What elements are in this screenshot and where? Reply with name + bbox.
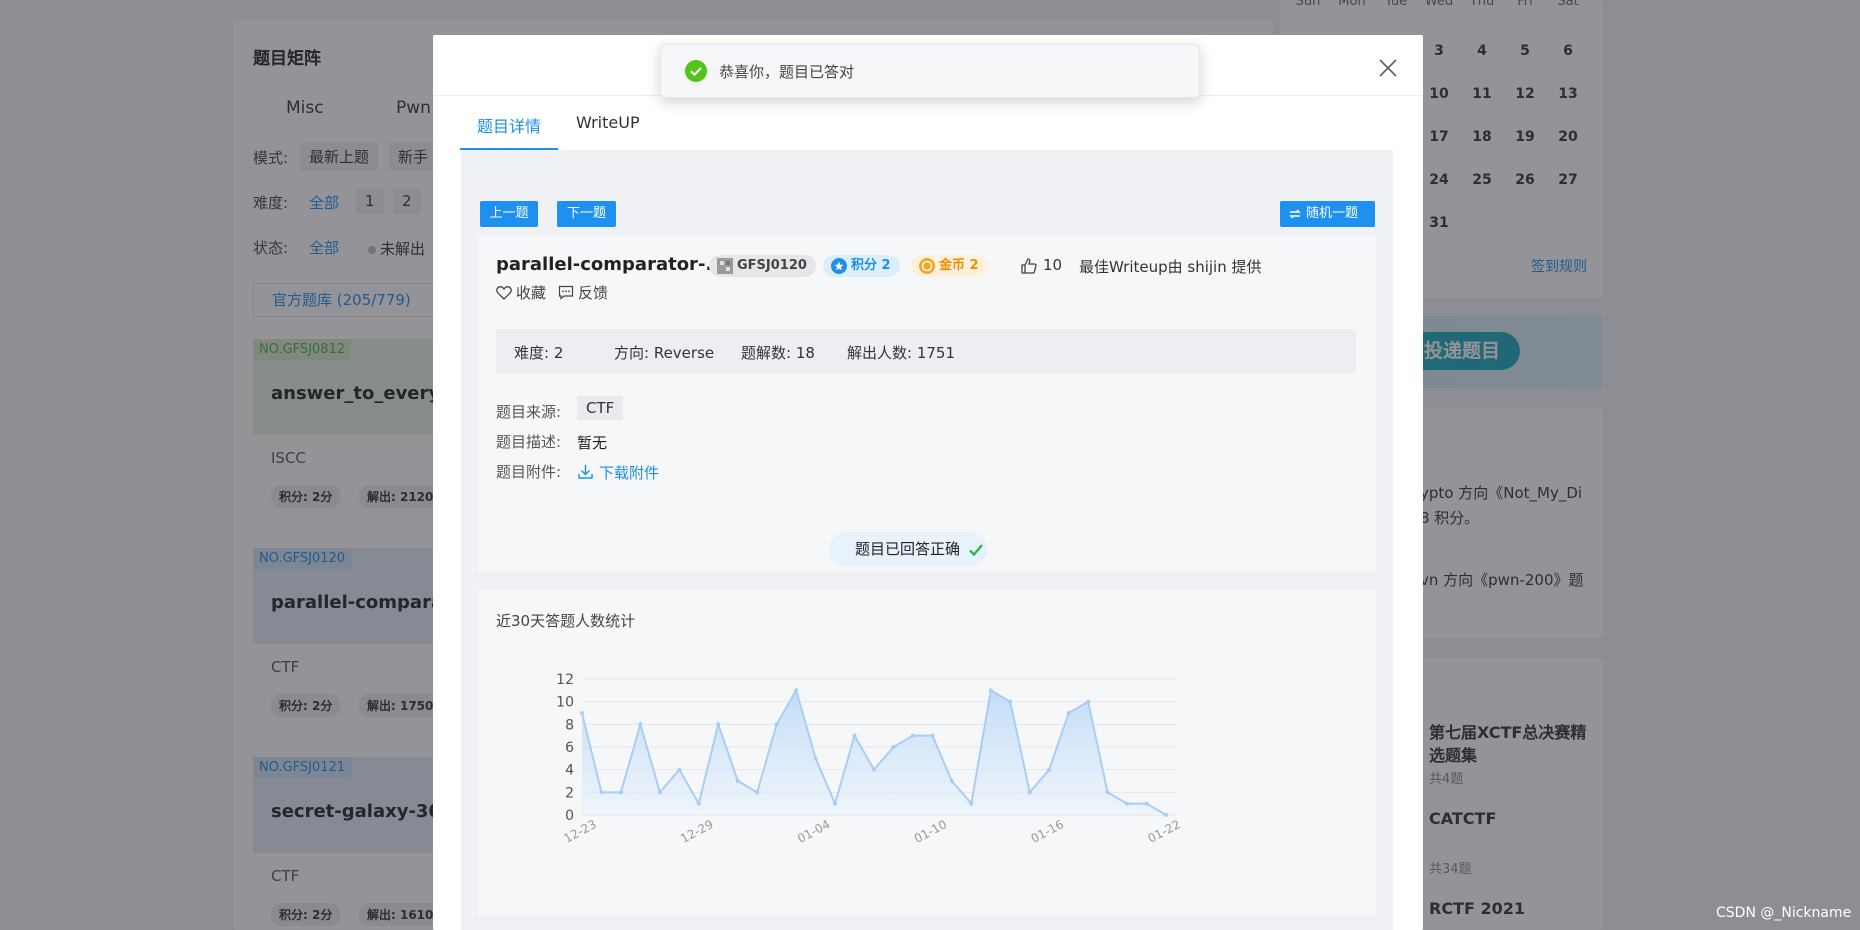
heart-icon bbox=[496, 286, 512, 300]
area-fill bbox=[582, 690, 1166, 815]
data-point bbox=[696, 801, 701, 806]
data-point bbox=[657, 790, 662, 795]
data-point bbox=[599, 790, 604, 795]
score-badge: 积分 2 bbox=[823, 255, 900, 277]
stat-writeups: 题解数: 18 bbox=[741, 344, 815, 362]
daily-solvers-chart: 02468101212-23 12-29 01-04 01-10 01-16 01-22 bbox=[556, 672, 1183, 846]
challenge-stats: 难度: 2 方向: Reverse 题解数: 18 解出人数: 1751 bbox=[496, 329, 1356, 373]
download-attachment-link[interactable]: 下载附件 bbox=[577, 462, 659, 483]
tab-writeup[interactable]: WriteUP bbox=[576, 113, 640, 143]
data-point bbox=[755, 790, 760, 795]
data-point bbox=[735, 779, 740, 783]
source-tag: CTF bbox=[577, 396, 624, 420]
random-challenge-label: 随机一题 bbox=[1306, 206, 1359, 221]
x-tick-label: 01-22 bbox=[1145, 817, 1182, 846]
x-tick-label: 01-04 bbox=[795, 817, 832, 846]
challenge-detail-modal: 题目详情 WriteUP 上一题 下一题 随机一题 parallel-compa… bbox=[433, 35, 1423, 930]
data-point bbox=[813, 756, 818, 761]
success-check-icon bbox=[685, 60, 707, 82]
y-tick-label: 2 bbox=[565, 785, 574, 801]
data-point bbox=[833, 801, 838, 806]
star-icon bbox=[831, 258, 847, 274]
download-attachment-label: 下载附件 bbox=[599, 464, 660, 482]
x-tick-label: 01-10 bbox=[912, 817, 949, 846]
y-tick-label: 10 bbox=[556, 695, 574, 711]
best-writeup-credit[interactable]: 最佳Writeup由 shijin 提供 bbox=[1079, 256, 1262, 277]
data-point bbox=[580, 711, 584, 715]
y-tick-label: 12 bbox=[556, 672, 574, 688]
data-point bbox=[1164, 813, 1168, 817]
description-value: 暂无 bbox=[577, 434, 608, 452]
close-icon[interactable] bbox=[1377, 57, 1399, 79]
data-point bbox=[677, 767, 682, 772]
stat-difficulty: 难度: 2 bbox=[514, 344, 564, 362]
data-point bbox=[1066, 711, 1071, 715]
data-point bbox=[1144, 801, 1149, 806]
y-tick-label: 4 bbox=[565, 763, 574, 779]
detail-content: 上一题 下一题 随机一题 parallel-comparator-... GFS… bbox=[461, 150, 1393, 930]
data-point bbox=[716, 722, 721, 727]
data-point bbox=[891, 745, 896, 749]
data-point bbox=[949, 779, 954, 783]
x-tick-label: 01-16 bbox=[1029, 817, 1066, 846]
tab-challenge-detail[interactable]: 题目详情 bbox=[477, 113, 541, 143]
x-tick-label: 12-29 bbox=[678, 817, 715, 846]
challenge-id-text: GFSJ0120 bbox=[737, 258, 807, 273]
favorite-button[interactable]: 收藏 bbox=[496, 282, 546, 303]
prev-challenge-button[interactable]: 上一题 bbox=[480, 201, 538, 227]
data-point bbox=[618, 790, 623, 795]
chart-panel: 近30天答题人数统计 0 2 4 6 8 10 12 12-23 12-29 01-04 01-10… bbox=[478, 590, 1376, 915]
success-toast: 恭喜你，题目已答对 bbox=[660, 44, 1200, 98]
data-point bbox=[774, 722, 779, 727]
coin-badge-text: 金币 2 bbox=[939, 258, 979, 273]
feedback-label: 反馈 bbox=[578, 284, 609, 302]
data-point bbox=[988, 688, 993, 693]
thumbs-up-icon[interactable] bbox=[1020, 257, 1038, 275]
favorite-label: 收藏 bbox=[516, 284, 547, 302]
next-challenge-button[interactable]: 下一题 bbox=[557, 201, 616, 227]
solved-status-text: 题目已回答正确 bbox=[855, 540, 961, 558]
y-tick-label: 6 bbox=[565, 740, 574, 756]
chart-title: 近30天答题人数统计 bbox=[496, 612, 636, 630]
data-point bbox=[1047, 767, 1052, 772]
coin-icon bbox=[919, 258, 935, 274]
data-point bbox=[969, 801, 974, 806]
coin-badge: 金币 2 bbox=[911, 255, 988, 277]
stat-direction: 方向: Reverse bbox=[614, 344, 715, 362]
data-point bbox=[930, 733, 935, 738]
data-point bbox=[1086, 699, 1091, 704]
stat-solvers: 解出人数: 1751 bbox=[847, 344, 955, 362]
challenge-title: parallel-comparator-... bbox=[496, 254, 726, 275]
data-point bbox=[1125, 801, 1130, 806]
data-point bbox=[1105, 790, 1110, 795]
watermark: CSDN @_Nickname bbox=[1716, 905, 1852, 921]
challenge-info-panel: parallel-comparator-... GFSJ0120 积分 2 金币… bbox=[478, 235, 1376, 571]
shuffle-icon bbox=[1289, 209, 1301, 219]
check-icon bbox=[969, 544, 983, 557]
challenge-id-badge: GFSJ0120 bbox=[709, 255, 816, 277]
likes-count: 10 bbox=[1043, 256, 1063, 274]
data-point bbox=[852, 733, 857, 738]
score-badge-text: 积分 2 bbox=[851, 258, 891, 273]
source-label: 题目来源: bbox=[496, 403, 562, 421]
random-challenge-button[interactable]: 随机一题 bbox=[1280, 201, 1375, 227]
y-tick-label: 8 bbox=[565, 717, 574, 733]
attachment-label: 题目附件: bbox=[496, 463, 562, 481]
description-label: 题目描述: bbox=[496, 433, 562, 451]
avatar-icon bbox=[717, 258, 733, 274]
y-tick-label: 0 bbox=[565, 808, 574, 824]
data-point bbox=[794, 688, 799, 693]
message-icon bbox=[558, 285, 574, 300]
data-point bbox=[638, 722, 643, 727]
data-point bbox=[872, 767, 876, 772]
data-point bbox=[910, 733, 915, 738]
solved-status-pill: 题目已回答正确 bbox=[829, 532, 987, 567]
data-point bbox=[1027, 790, 1032, 795]
download-icon bbox=[578, 465, 593, 479]
data-point bbox=[1008, 699, 1013, 704]
feedback-button[interactable]: 反馈 bbox=[558, 282, 608, 303]
toast-message: 恭喜你，题目已答对 bbox=[719, 63, 855, 81]
